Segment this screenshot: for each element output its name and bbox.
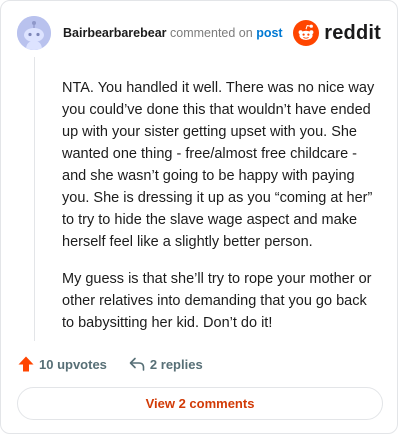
comment-paragraph-1: NTA. You handled it well. There was no n…	[62, 80, 375, 250]
replies-button[interactable]: 2 replies	[128, 355, 203, 373]
username-link[interactable]: Bairbearbarebear	[63, 26, 167, 40]
comment-paragraph-2: My guess is that she’ll try to rope your…	[62, 271, 372, 331]
replies-count: 2 replies	[149, 356, 203, 372]
comment-actions: 10 upvotes 2 replies	[17, 353, 203, 375]
upvote-arrow-icon	[18, 356, 34, 372]
upvotes-count: 10 upvotes	[39, 356, 107, 372]
comment-header: Bairbearbarebear commented on post reddi…	[17, 15, 383, 51]
reddit-brand[interactable]: reddit	[293, 19, 381, 47]
comment-card: Bairbearbarebear commented on post reddi…	[0, 0, 398, 434]
view-comments-button[interactable]: View 2 comments	[17, 387, 383, 420]
reddit-wordmark: reddit	[324, 21, 381, 44]
comment-body: NTA. You handled it well. There was no n…	[62, 77, 382, 349]
thread-line	[34, 57, 35, 341]
reddit-logo-icon	[293, 20, 320, 46]
comment-meta: Bairbearbarebear commented on post	[63, 26, 283, 40]
post-link[interactable]: post	[256, 26, 282, 40]
commented-on-text: commented on	[170, 26, 253, 40]
snoo-avatar-icon	[17, 16, 51, 50]
upvote-button[interactable]: 10 upvotes	[17, 355, 107, 373]
reply-arrow-icon	[129, 357, 145, 371]
user-avatar[interactable]	[17, 16, 51, 50]
